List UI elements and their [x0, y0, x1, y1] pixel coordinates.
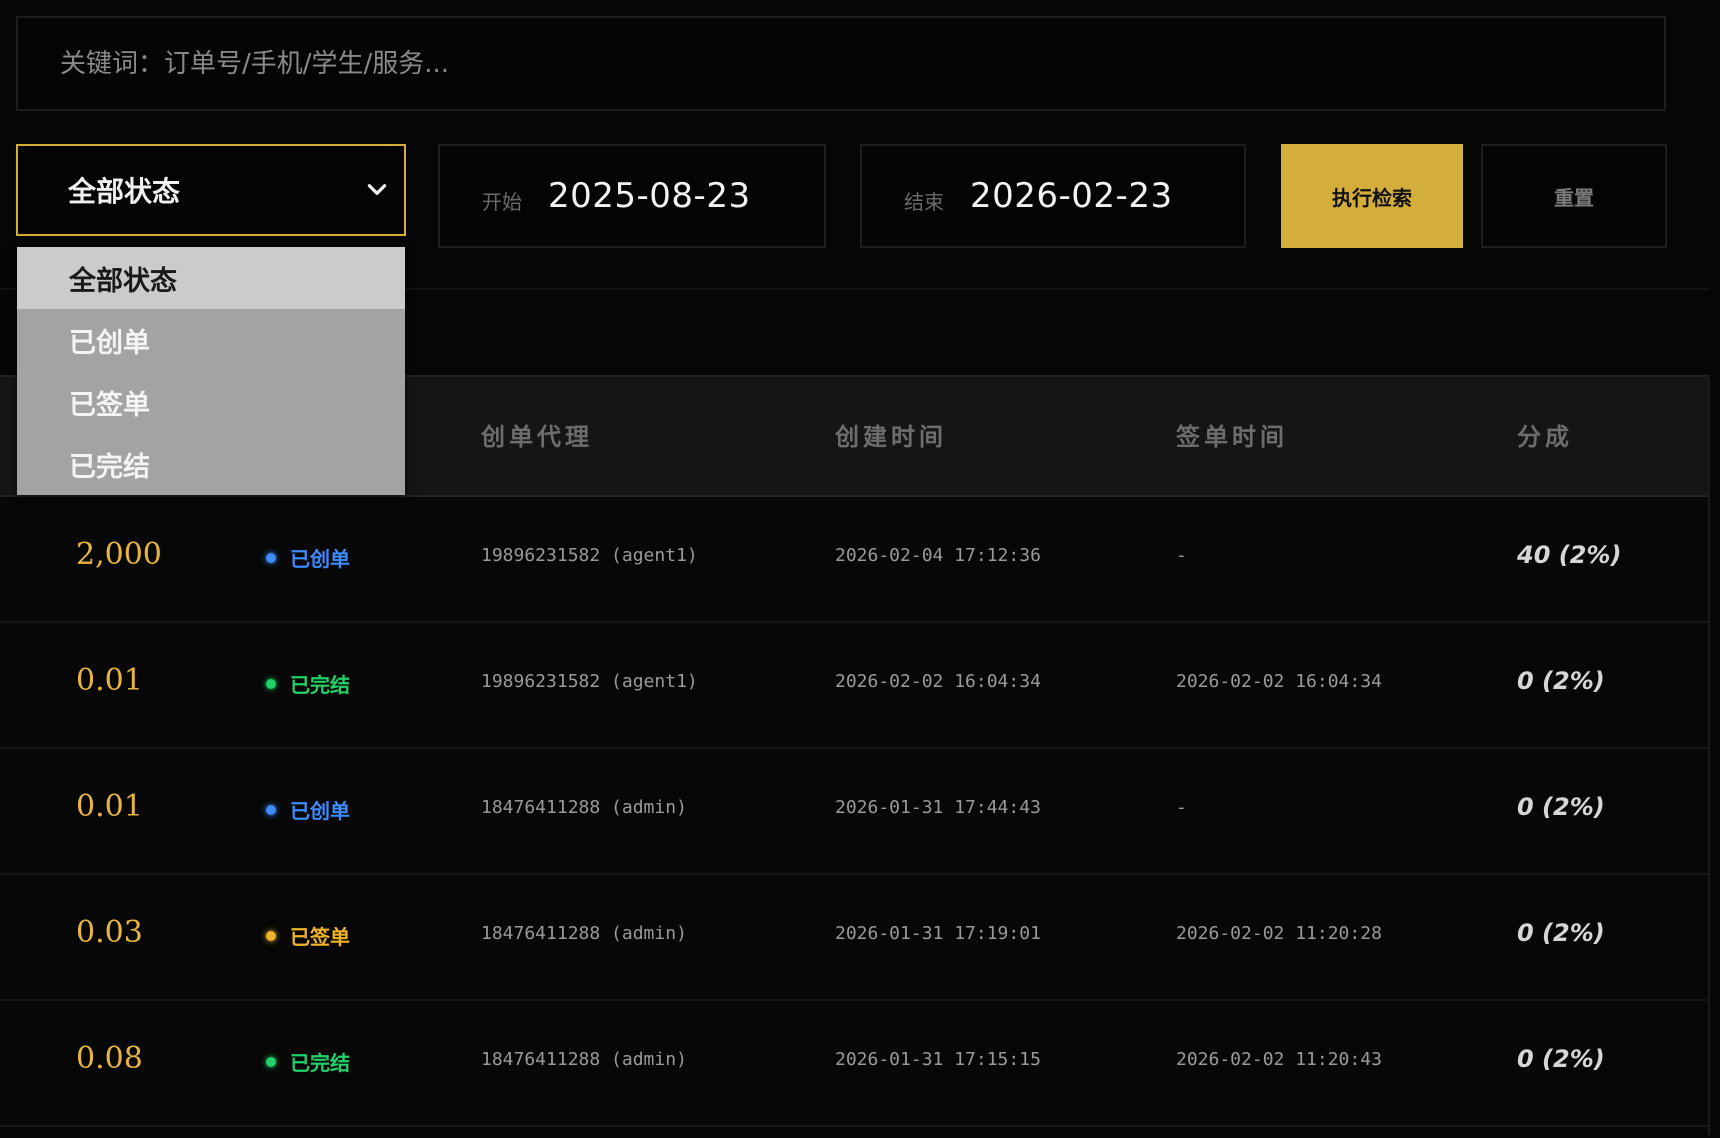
split-cell: 40 (2%)	[1517, 541, 1622, 569]
agent-cell: 19896231582 (agent1)	[481, 671, 698, 692]
start-date-label: 开始	[482, 189, 522, 214]
status-badge: 已完结	[266, 669, 350, 698]
end-date-value: 2026-02-23	[970, 176, 1173, 216]
status-label: 已签单	[290, 925, 350, 949]
dropdown-option-created[interactable]: 已创单	[17, 309, 405, 371]
agent-cell: 18476411288 (admin)	[481, 797, 687, 818]
end-date-label: 结束	[904, 189, 944, 214]
status-label: 已创单	[290, 799, 350, 823]
table-row[interactable]: 2,000 已创单 19896231582 (agent1) 2026-02-04 1…	[0, 497, 1708, 623]
column-header-split: 分成	[1517, 423, 1573, 451]
created-time-cell: 2026-02-02 16:04:34	[835, 671, 1041, 692]
signed-time-cell: 2026-02-02 16:04:34	[1176, 671, 1382, 692]
created-time-cell: 2026-01-31 17:15:15	[835, 1049, 1041, 1070]
order-search-page: 全部状态 开始 2025-08-23 结束 2026-02-23 执行检索 重置…	[0, 0, 1720, 1138]
table-row[interactable]: 0.03 已签单 18476411288 (admin) 2026-01-31 17:…	[0, 875, 1708, 1001]
start-date-field[interactable]: 开始 2025-08-23	[438, 144, 826, 248]
table-row[interactable]: 0.01 已创单 18476411288 (admin) 2026-01-31 17:…	[0, 749, 1708, 875]
start-date-value: 2025-08-23	[548, 176, 751, 216]
column-header-created-time: 创建时间	[835, 423, 947, 451]
created-time-cell: 2026-01-31 17:19:01	[835, 923, 1041, 944]
keyword-search-input[interactable]	[60, 18, 1664, 109]
dropdown-option-signed[interactable]: 已签单	[17, 371, 405, 433]
status-dot-icon	[266, 678, 276, 689]
status-dot-icon	[266, 552, 276, 563]
amount-value: 0.01	[76, 663, 143, 698]
amount-value: 0.03	[76, 915, 143, 950]
agent-cell: 18476411288 (admin)	[481, 923, 687, 944]
status-dropdown-menu: 全部状态 已创单 已签单 已完结	[17, 247, 405, 495]
signed-time-cell: -	[1176, 545, 1187, 566]
column-header-agent: 创单代理	[481, 423, 593, 451]
split-cell: 0 (2%)	[1517, 793, 1605, 821]
status-dot-icon	[266, 930, 276, 941]
reset-button[interactable]: 重置	[1481, 144, 1667, 248]
status-select-value: 全部状态	[68, 175, 181, 208]
split-cell: 0 (2%)	[1517, 667, 1605, 695]
chevron-down-icon	[367, 184, 387, 195]
status-badge: 已签单	[266, 921, 350, 950]
signed-time-cell: -	[1176, 797, 1187, 818]
signed-time-cell: 2026-02-02 11:20:28	[1176, 923, 1382, 944]
amount-value: 2,000	[76, 537, 162, 572]
column-header-signed-time: 签单时间	[1176, 423, 1288, 451]
status-label: 已完结	[290, 673, 350, 697]
amount-value: 0.08	[76, 1041, 143, 1076]
created-time-cell: 2026-02-04 17:12:36	[835, 545, 1041, 566]
status-label: 已完结	[290, 1051, 350, 1075]
status-badge: 已创单	[266, 543, 350, 572]
split-cell: 0 (2%)	[1517, 919, 1605, 947]
split-cell: 0 (2%)	[1517, 1045, 1605, 1073]
status-select[interactable]: 全部状态	[16, 144, 406, 236]
dropdown-option-all[interactable]: 全部状态	[17, 247, 405, 309]
keyword-search-box[interactable]	[16, 16, 1666, 111]
execute-search-button[interactable]: 执行检索	[1281, 144, 1463, 248]
status-label: 已创单	[290, 547, 350, 571]
dropdown-option-completed[interactable]: 已完结	[17, 433, 405, 495]
status-dot-icon	[266, 804, 276, 815]
agent-cell: 19896231582 (agent1)	[481, 545, 698, 566]
amount-value: 0.01	[76, 789, 143, 824]
agent-cell: 18476411288 (admin)	[481, 1049, 687, 1070]
signed-time-cell: 2026-02-02 11:20:43	[1176, 1049, 1382, 1070]
status-dot-icon	[266, 1056, 276, 1067]
table-row[interactable]: 0.08 已完结 18476411288 (admin) 2026-01-31 17:…	[0, 1001, 1708, 1127]
table-row[interactable]: 0.01 已完结 19896231582 (agent1) 2026-02-02 16…	[0, 623, 1708, 749]
end-date-field[interactable]: 结束 2026-02-23	[860, 144, 1246, 248]
status-badge: 已创单	[266, 795, 350, 824]
created-time-cell: 2026-01-31 17:44:43	[835, 797, 1041, 818]
status-badge: 已完结	[266, 1047, 350, 1076]
